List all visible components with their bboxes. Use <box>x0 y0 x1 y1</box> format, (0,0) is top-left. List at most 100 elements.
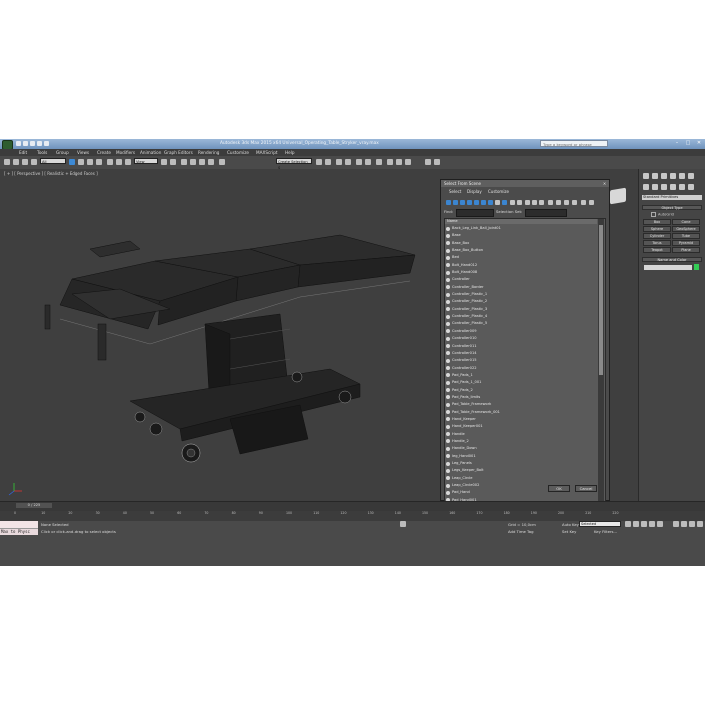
dialog-menu-customize[interactable]: Customize <box>488 189 509 194</box>
name-column-header[interactable]: Name <box>445 219 597 224</box>
cameras-icon[interactable] <box>670 184 676 190</box>
name-and-color-rollout[interactable]: Name and Color <box>642 257 702 262</box>
reference-coordinate-dropdown[interactable]: View <box>134 158 158 164</box>
iray-icon[interactable] <box>425 159 431 165</box>
display-frozen-icon[interactable] <box>517 200 522 205</box>
list-item[interactable]: leg_Hand001 <box>445 453 597 460</box>
cylinder-button[interactable]: Cylinder <box>643 233 671 239</box>
display-tab-icon[interactable] <box>679 173 685 179</box>
new-icon[interactable] <box>16 141 21 146</box>
add-time-tag[interactable]: Add Time Tag <box>508 529 533 534</box>
search-input[interactable]: Type a keyword or phrase <box>540 140 608 147</box>
list-item[interactable]: Controller022 <box>445 365 597 372</box>
utilities-tab-icon[interactable] <box>688 173 694 179</box>
list-item[interactable]: Pad_Pads_limits <box>445 394 597 401</box>
display-children-icon[interactable] <box>548 200 553 205</box>
menu-modifiers[interactable]: Modifiers <box>116 150 135 155</box>
display-cameras-icon[interactable] <box>467 200 472 205</box>
select-manipulate-icon[interactable] <box>170 159 176 165</box>
object-type-rollout[interactable]: Object Type <box>642 205 702 210</box>
link-icon[interactable] <box>22 159 28 165</box>
align-icon[interactable] <box>325 159 331 165</box>
selection-filter-dropdown[interactable]: All <box>40 158 66 164</box>
tube-button[interactable]: Tube <box>672 233 700 239</box>
graphite-ribbon-icon[interactable] <box>345 159 351 165</box>
select-all-icon[interactable] <box>525 200 530 205</box>
display-lights-icon[interactable] <box>460 200 465 205</box>
modify-tab-icon[interactable] <box>652 173 658 179</box>
cancel-button[interactable]: Cancel <box>575 485 597 492</box>
maxscript-input[interactable] <box>0 521 38 529</box>
layer-manager-icon[interactable] <box>336 159 342 165</box>
list-item[interactable]: Controller010 <box>445 335 597 342</box>
list-item[interactable]: Controller014 <box>445 350 597 357</box>
angle-snap-icon[interactable] <box>190 159 196 165</box>
menu-graph-editors[interactable]: Graph Editors <box>164 150 193 155</box>
list-item[interactable]: Controller_Plastic_1 <box>445 291 597 298</box>
ok-button[interactable]: OK <box>548 485 570 492</box>
spinner-snap-icon[interactable] <box>208 159 214 165</box>
redo-icon[interactable] <box>13 159 19 165</box>
render-icon[interactable] <box>405 159 411 165</box>
sort-icon[interactable] <box>556 200 561 205</box>
list-item[interactable]: Base_Box_Button <box>445 247 597 254</box>
list-item[interactable]: Pad_Pads_1_001 <box>445 379 597 386</box>
list-item[interactable]: Leg_Panels <box>445 460 597 467</box>
geometry-icon[interactable] <box>643 184 649 190</box>
select-by-name-icon[interactable] <box>78 159 84 165</box>
create-tab-icon[interactable] <box>643 173 649 179</box>
zoom-icon[interactable] <box>673 521 679 527</box>
filter-icon[interactable] <box>581 200 586 205</box>
list-item[interactable]: Handle <box>445 431 597 438</box>
list-item[interactable]: Controller <box>445 276 597 283</box>
autogrid-check-icon[interactable] <box>651 212 656 217</box>
scrollbar-thumb[interactable] <box>599 225 603 375</box>
maxscript-listener[interactable]: Max to Physc <box>0 521 38 535</box>
menu-group[interactable]: Group <box>56 150 69 155</box>
pyramid-button[interactable]: Pyramid <box>672 240 700 246</box>
sync-icon[interactable] <box>572 200 577 205</box>
lock-selection-icon[interactable] <box>400 521 406 527</box>
previous-frame-icon[interactable] <box>633 521 639 527</box>
edit-named-selection-icon[interactable] <box>219 159 225 165</box>
scene-object-list[interactable]: Name Back_Leg_Link_Ball_Joint01 Base Base_… <box>444 218 606 512</box>
lock-icon[interactable] <box>564 200 569 205</box>
list-item[interactable]: Controller_Plastic_3 <box>445 306 597 313</box>
object-name-field[interactable] <box>644 265 692 270</box>
percent-snap-icon[interactable] <box>199 159 205 165</box>
list-item[interactable]: Controller_Border <box>445 284 597 291</box>
open-icon[interactable] <box>23 141 28 146</box>
list-item[interactable]: Controller_Plastic_5 <box>445 320 597 327</box>
list-item[interactable]: Base_Box <box>445 240 597 247</box>
undo-icon[interactable] <box>4 159 10 165</box>
list-item[interactable]: Handle_2 <box>445 438 597 445</box>
mirror-icon[interactable] <box>316 159 322 165</box>
save-icon[interactable] <box>30 141 35 146</box>
torus-button[interactable]: Torus <box>643 240 671 246</box>
list-item[interactable]: Bed <box>445 254 597 261</box>
lights-icon[interactable] <box>661 184 667 190</box>
schematic-view-icon[interactable] <box>365 159 371 165</box>
list-item[interactable]: Controller015 <box>445 357 597 364</box>
list-item[interactable]: Pad_Table_Framework <box>445 401 597 408</box>
time-slider-thumb[interactable]: 0 / 225 <box>16 503 52 508</box>
motion-tab-icon[interactable] <box>670 173 676 179</box>
list-item[interactable]: Hand_Keeper001 <box>445 423 597 430</box>
list-item[interactable]: Hand_Keeper <box>445 416 597 423</box>
geosphere-button[interactable]: GeoSphere <box>672 226 700 232</box>
menu-customize[interactable]: Customize <box>227 150 249 155</box>
primitive-category-dropdown[interactable]: Standard Primitives <box>642 195 702 200</box>
menu-views[interactable]: Views <box>77 150 89 155</box>
helpers-icon[interactable] <box>679 184 685 190</box>
close-icon[interactable]: ✕ <box>602 181 607 186</box>
options-icon[interactable] <box>589 200 594 205</box>
selection-set-dropdown[interactable] <box>525 209 567 217</box>
auto-key-label[interactable]: Auto Key <box>562 522 579 527</box>
cone-button[interactable]: Cone <box>672 219 700 225</box>
rendered-frame-icon[interactable] <box>396 159 402 165</box>
find-input[interactable] <box>456 209 494 217</box>
dialog-title[interactable]: Select From Scene <box>441 180 609 187</box>
rotate-icon[interactable] <box>116 159 122 165</box>
undo-icon[interactable] <box>37 141 42 146</box>
list-scrollbar[interactable] <box>598 219 604 511</box>
